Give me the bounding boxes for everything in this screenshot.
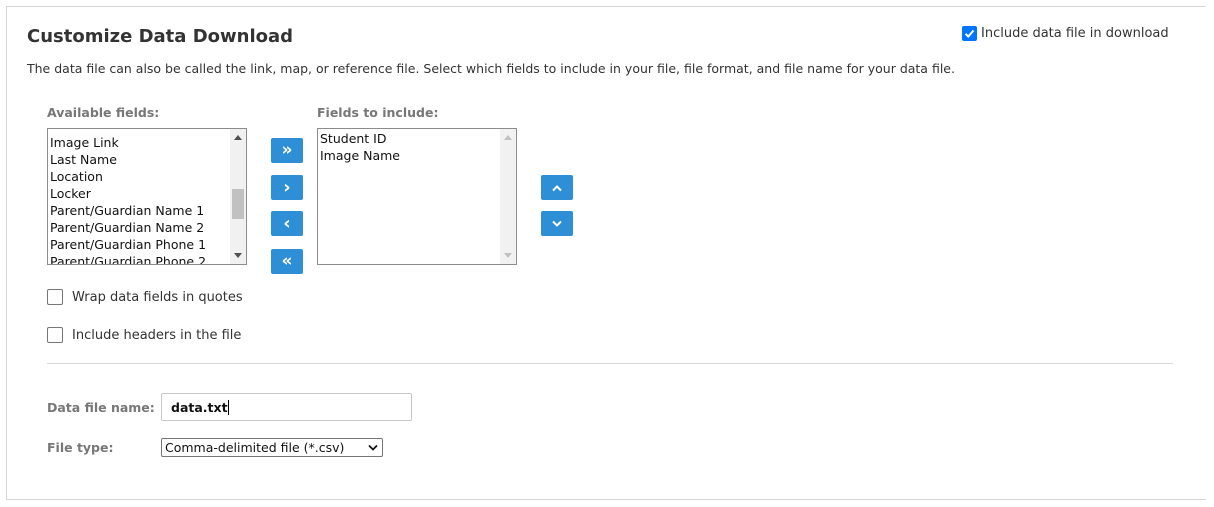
available-fields-scrollbar[interactable]: [230, 129, 246, 264]
checkmark-icon: [964, 29, 975, 38]
fields-to-include-listbox[interactable]: Student ID Image Name: [317, 128, 517, 265]
data-file-name-label: Data file name:: [47, 400, 155, 415]
list-item[interactable]: Image Name: [320, 147, 498, 164]
include-headers-label: Include headers in the file: [72, 327, 242, 343]
chevron-up-icon: [552, 184, 562, 191]
list-item[interactable]: Locker: [50, 185, 228, 202]
page-title: Customize Data Download: [27, 26, 294, 47]
wrap-quotes-checkbox[interactable]: [47, 289, 63, 305]
include-data-file-label: Include data file in download: [981, 26, 1169, 41]
double-chevron-right-icon: »: [281, 140, 293, 160]
list-item[interactable]: Parent/Guardian Phone 1: [50, 236, 228, 253]
move-up-button[interactable]: [541, 175, 573, 200]
data-file-name-value: data.txt: [171, 399, 228, 415]
add-button[interactable]: ›: [271, 175, 303, 200]
double-chevron-left-icon: «: [281, 251, 293, 271]
data-file-name-input[interactable]: data.txt: [161, 393, 412, 421]
include-headers-option[interactable]: Include headers in the file: [47, 327, 241, 343]
move-down-button[interactable]: [541, 211, 573, 236]
list-item[interactable]: Parent/Guardian Name 2: [50, 219, 228, 236]
available-fields-listbox[interactable]: Image Link Last Name Location Locker Par…: [47, 128, 247, 265]
fields-to-include-label: Fields to include:: [317, 105, 439, 120]
chevron-down-icon: [552, 220, 562, 227]
divider: [47, 363, 1173, 364]
scroll-up-icon[interactable]: [504, 135, 512, 140]
scroll-up-icon[interactable]: [234, 135, 242, 140]
chevron-right-icon: ›: [283, 176, 291, 198]
fields-to-include-scrollbar[interactable]: [500, 129, 516, 264]
include-headers-checkbox[interactable]: [47, 327, 63, 343]
description-text: The data file can also be called the lin…: [27, 61, 955, 76]
list-item[interactable]: Location: [50, 168, 228, 185]
list-item[interactable]: Image Link: [50, 134, 228, 151]
chevron-down-icon: [368, 444, 378, 451]
include-data-file-checkbox[interactable]: [962, 26, 977, 41]
text-cursor: [227, 399, 229, 415]
available-fields-label: Available fields:: [47, 105, 160, 120]
scroll-down-icon[interactable]: [234, 253, 242, 258]
add-all-button[interactable]: »: [271, 138, 303, 163]
wrap-quotes-option[interactable]: Wrap data fields in quotes: [47, 289, 243, 305]
file-type-selected-value: Comma-delimited file (*.csv): [165, 440, 345, 455]
scroll-down-icon[interactable]: [504, 253, 512, 258]
remove-button[interactable]: ‹: [271, 211, 303, 236]
file-type-label: File type:: [47, 440, 114, 455]
chevron-left-icon: ‹: [283, 212, 291, 234]
list-item[interactable]: Last Name: [50, 151, 228, 168]
wrap-quotes-label: Wrap data fields in quotes: [72, 289, 243, 305]
list-item[interactable]: Parent/Guardian Name 1: [50, 202, 228, 219]
remove-all-button[interactable]: «: [271, 249, 303, 274]
scrollbar-thumb[interactable]: [232, 189, 244, 219]
list-item[interactable]: Parent/Guardian Phone 2: [50, 253, 228, 264]
include-data-file-option[interactable]: Include data file in download: [962, 26, 1169, 41]
list-item[interactable]: Student ID: [320, 130, 498, 147]
file-type-select[interactable]: Comma-delimited file (*.csv): [161, 438, 383, 457]
